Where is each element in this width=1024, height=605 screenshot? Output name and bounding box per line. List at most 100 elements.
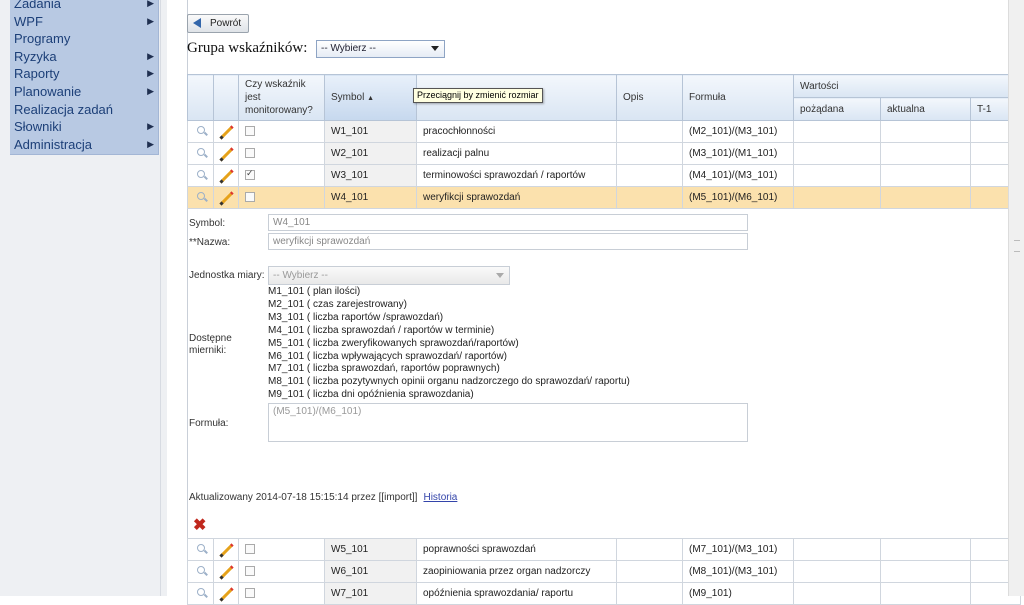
sidebar-item-raporty[interactable]: Raporty ▶ [10,65,158,83]
header-formula[interactable]: Formuła [682,74,794,121]
monitored-cell [238,164,325,187]
back-button[interactable]: Powrót [187,14,249,33]
formula-cell: (M4_101)/(M3_101) [682,164,794,187]
table-row[interactable]: W6_101 zaopiniowania przez organ nadzorc… [187,560,1021,583]
chevron-right-icon: ▶ [147,50,154,61]
meter-item[interactable]: M8_101 ( liczba pozytywnych opinii organ… [268,376,630,389]
header-opis[interactable]: Opis [616,74,683,121]
formula-label: Formuła: [189,418,229,429]
resize-tooltip: Przeciągnij by zmienić rozmiar [413,88,543,103]
table-row[interactable]: W2_101 realizacji palnu (M3_101)/(M1_101… [187,142,1021,165]
table-row[interactable]: W1_101 pracochłonności (M2_101)/(M3_101) [187,120,1021,143]
name-input[interactable]: weryfikcji sprawozdań [268,233,748,250]
current-cell [880,164,971,187]
desired-cell [793,582,881,605]
header-current[interactable]: aktualna [880,97,971,121]
magnifier-icon [196,126,205,134]
group-select[interactable]: -- Wybierz -- [316,40,445,58]
magnifier-icon [196,588,205,596]
sidebar-item-slowniki[interactable]: Słowniki ▶ [10,118,158,136]
sidebar-item-zadania[interactable]: Zadania ▶ [10,0,158,13]
desired-cell [793,538,881,561]
desired-cell [793,560,881,583]
edit-button[interactable] [213,120,239,143]
name-cell: realizacji palnu [416,142,617,165]
sidebar-item-wpf[interactable]: WPF ▶ [10,13,158,31]
symbol-input[interactable]: W4_101 [268,214,748,231]
opis-cell [616,560,683,583]
monitored-checkbox[interactable] [245,126,255,137]
monitored-checkbox[interactable] [245,566,255,577]
opis-cell [616,186,683,209]
sidebar-item-ryzyka[interactable]: Ryzyka ▶ [10,48,158,66]
header-values-group: Wartości [793,74,1021,98]
header-symbol[interactable]: Symbol ▲ [324,74,417,121]
chevron-down-icon [496,273,504,278]
meter-item[interactable]: M7_101 ( liczba sprawozdań, raportów pop… [268,363,630,376]
chevron-right-icon: ▶ [147,15,154,26]
sidebar-item-planowanie[interactable]: Planowanie ▶ [10,83,158,101]
table-row[interactable]: W7_101 opóźnienia sprawozdania/ raportu … [187,582,1021,605]
arrow-left-icon [193,18,201,28]
edit-button[interactable] [213,560,239,583]
table-row[interactable]: W3_101 terminowości sprawozdań / raportó… [187,164,1021,187]
vertical-scrollbar[interactable] [1008,0,1024,596]
edit-button[interactable] [213,582,239,605]
monitored-checkbox[interactable] [245,544,255,555]
monitored-checkbox[interactable] [245,168,255,181]
opis-cell [616,142,683,165]
chevron-right-icon: ▶ [147,68,154,79]
table-row-selected[interactable]: W4_101 weryfikcji sprawozdań (M5_101)/(M… [187,186,1021,209]
meter-item[interactable]: M1_101 ( plan ilości) [268,286,630,299]
view-button[interactable] [187,538,214,561]
formula-textarea[interactable]: (M5_101)/(M6_101) [268,403,748,442]
symbol-cell: W1_101 [324,120,417,143]
meter-item[interactable]: M9_101 ( liczba dni opóźnienia sprawozda… [268,389,630,402]
edit-button[interactable] [213,142,239,165]
formula-cell: (M3_101)/(M1_101) [682,142,794,165]
monitored-cell [238,538,325,561]
monitored-checkbox[interactable] [245,148,255,159]
monitored-checkbox[interactable] [245,588,255,599]
view-button[interactable] [187,560,214,583]
edit-button[interactable] [213,186,239,209]
delete-icon[interactable]: ✖ [193,518,206,534]
meters-list: M1_101 ( plan ilości) M2_101 ( czas zare… [268,286,630,402]
table-row[interactable]: W5_101 poprawności sprawozdań (M7_101)/(… [187,538,1021,561]
meter-item[interactable]: M3_101 ( liczba raportów /sprawozdań) [268,312,630,325]
meter-item[interactable]: M4_101 ( liczba sprawozdań / raportów w … [268,325,630,338]
meter-item[interactable]: M2_101 ( czas zarejestrowany) [268,299,630,312]
monitored-cell [238,186,325,209]
meters-label-line2: mierniki: [189,345,227,356]
meter-item[interactable]: M5_101 ( liczba zweryfikowanych sprawozd… [268,338,630,351]
view-button[interactable] [187,164,214,187]
symbol-cell: W4_101 [324,186,417,209]
edit-button[interactable] [213,538,239,561]
desired-cell [793,164,881,187]
view-button[interactable] [187,186,214,209]
pencil-icon [218,191,234,206]
name-cell: opóźnienia sprawozdania/ raportu [416,582,617,605]
unit-select[interactable]: -- Wybierz -- [268,266,510,285]
pencil-icon [218,565,234,580]
header-desired[interactable]: pożądana [793,97,881,121]
indicators-table-continued: W5_101 poprawności sprawozdań (M7_101)/(… [187,538,1021,605]
meter-item[interactable]: M6_101 ( liczba wpływających sprawozdań/… [268,351,630,364]
edit-button[interactable] [213,164,239,187]
monitored-cell [238,560,325,583]
view-button[interactable] [187,120,214,143]
opis-cell [616,164,683,187]
header-monitored[interactable]: Czy wskaźnik jest monitorowany? [238,74,325,121]
view-button[interactable] [187,582,214,605]
sidebar-item-realizacja-zadan[interactable]: Realizacja zadań [10,101,158,119]
name-cell: poprawności sprawozdań [416,538,617,561]
sidebar-item-programy[interactable]: Programy [10,30,158,48]
name-cell: terminowości sprawozdań / raportów [416,164,617,187]
chevron-right-icon: ▶ [147,85,154,96]
magnifier-icon [196,544,205,552]
view-button[interactable] [187,142,214,165]
monitored-checkbox[interactable] [245,192,255,203]
sidebar-item-administracja[interactable]: Administracja ▶ [10,136,158,154]
chevron-right-icon: ▶ [147,138,154,149]
history-link[interactable]: Historia [423,492,457,503]
